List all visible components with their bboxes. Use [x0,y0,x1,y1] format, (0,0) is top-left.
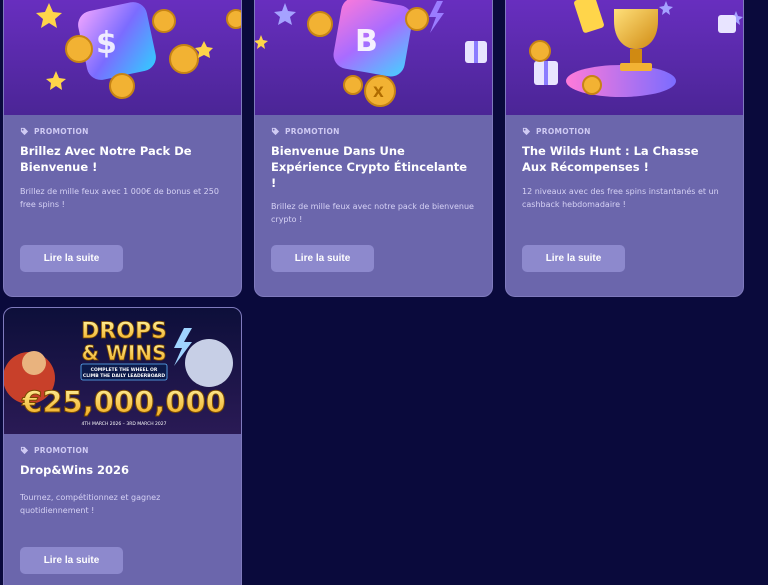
svg-text:X: X [373,85,384,101]
promotion-tag: PROMOTION [20,446,225,455]
card-title: Brillez Avec Notre Pack De Bienvenue ! [20,144,192,174]
promotion-tag: PROMOTION [522,127,727,136]
banner-dates: 4TH MARCH 2026 – 3RD MARCH 2027 [82,421,167,427]
svg-text:$: $ [96,26,117,61]
read-more-button[interactable]: Lire la suite [271,245,374,272]
promo-card-wilds-hunt[interactable]: PROMOTION The Wilds Hunt : La Chasse Aux… [505,0,744,297]
card-description: Brillez de mille feux avec 1 000€ de bon… [20,187,219,209]
card-description: 12 niveaux avec des free spins instantan… [522,187,719,209]
banner-subline-1: COMPLETE THE WHEEL OR [91,367,158,373]
card-title: Bienvenue Dans Une Expérience Crypto Éti… [271,144,468,190]
promotion-tag-label: PROMOTION [536,127,591,136]
card-title: Drop&Wins 2026 [20,463,130,477]
svg-text:B: B [355,24,378,59]
crypto-cube-illustration: B X [255,0,492,115]
dice-coins-illustration: $ [4,0,241,115]
tag-icon [20,446,29,455]
promotion-tag: PROMOTION [20,127,225,136]
read-more-button[interactable]: Lire la suite [20,547,123,574]
promotion-tag-label: PROMOTION [34,127,89,136]
card-description: Brillez de mille feux avec notre pack de… [271,202,474,224]
promotion-tag: PROMOTION [271,127,476,136]
read-more-button[interactable]: Lire la suite [20,245,123,272]
banner-amount: €25,000,000 [21,385,226,419]
drops-wins-banner: DROPS & WINS COMPLETE THE WHEEL OR CLIMB… [4,308,241,434]
promotion-tag-label: PROMOTION [34,446,89,455]
read-more-button[interactable]: Lire la suite [522,245,625,272]
tag-icon [271,127,280,136]
card-description: Tournez, compétitionnez et gagnez quotid… [20,493,161,515]
promo-card-welcome-pack[interactable]: $ PROMOTION Brillez Avec Notre Pack De B… [3,0,242,297]
trophy-gift-illustration [506,0,743,115]
promo-card-drops-wins[interactable]: DROPS & WINS COMPLETE THE WHEEL OR CLIMB… [3,307,242,585]
tag-icon [20,127,29,136]
card-title: The Wilds Hunt : La Chasse Aux Récompens… [522,144,699,174]
promotions-grid: $ PROMOTION Brillez Avec Notre Pack De B… [0,0,768,585]
tag-icon [522,127,531,136]
banner-subline-2: CLIMB THE DAILY LEADERBOARD [83,373,165,379]
promo-card-crypto[interactable]: B X PROMOTION Bienvenue Dans Une Expérie… [254,0,493,297]
banner-headline-2: & WINS [81,341,166,365]
promotion-tag-label: PROMOTION [285,127,340,136]
